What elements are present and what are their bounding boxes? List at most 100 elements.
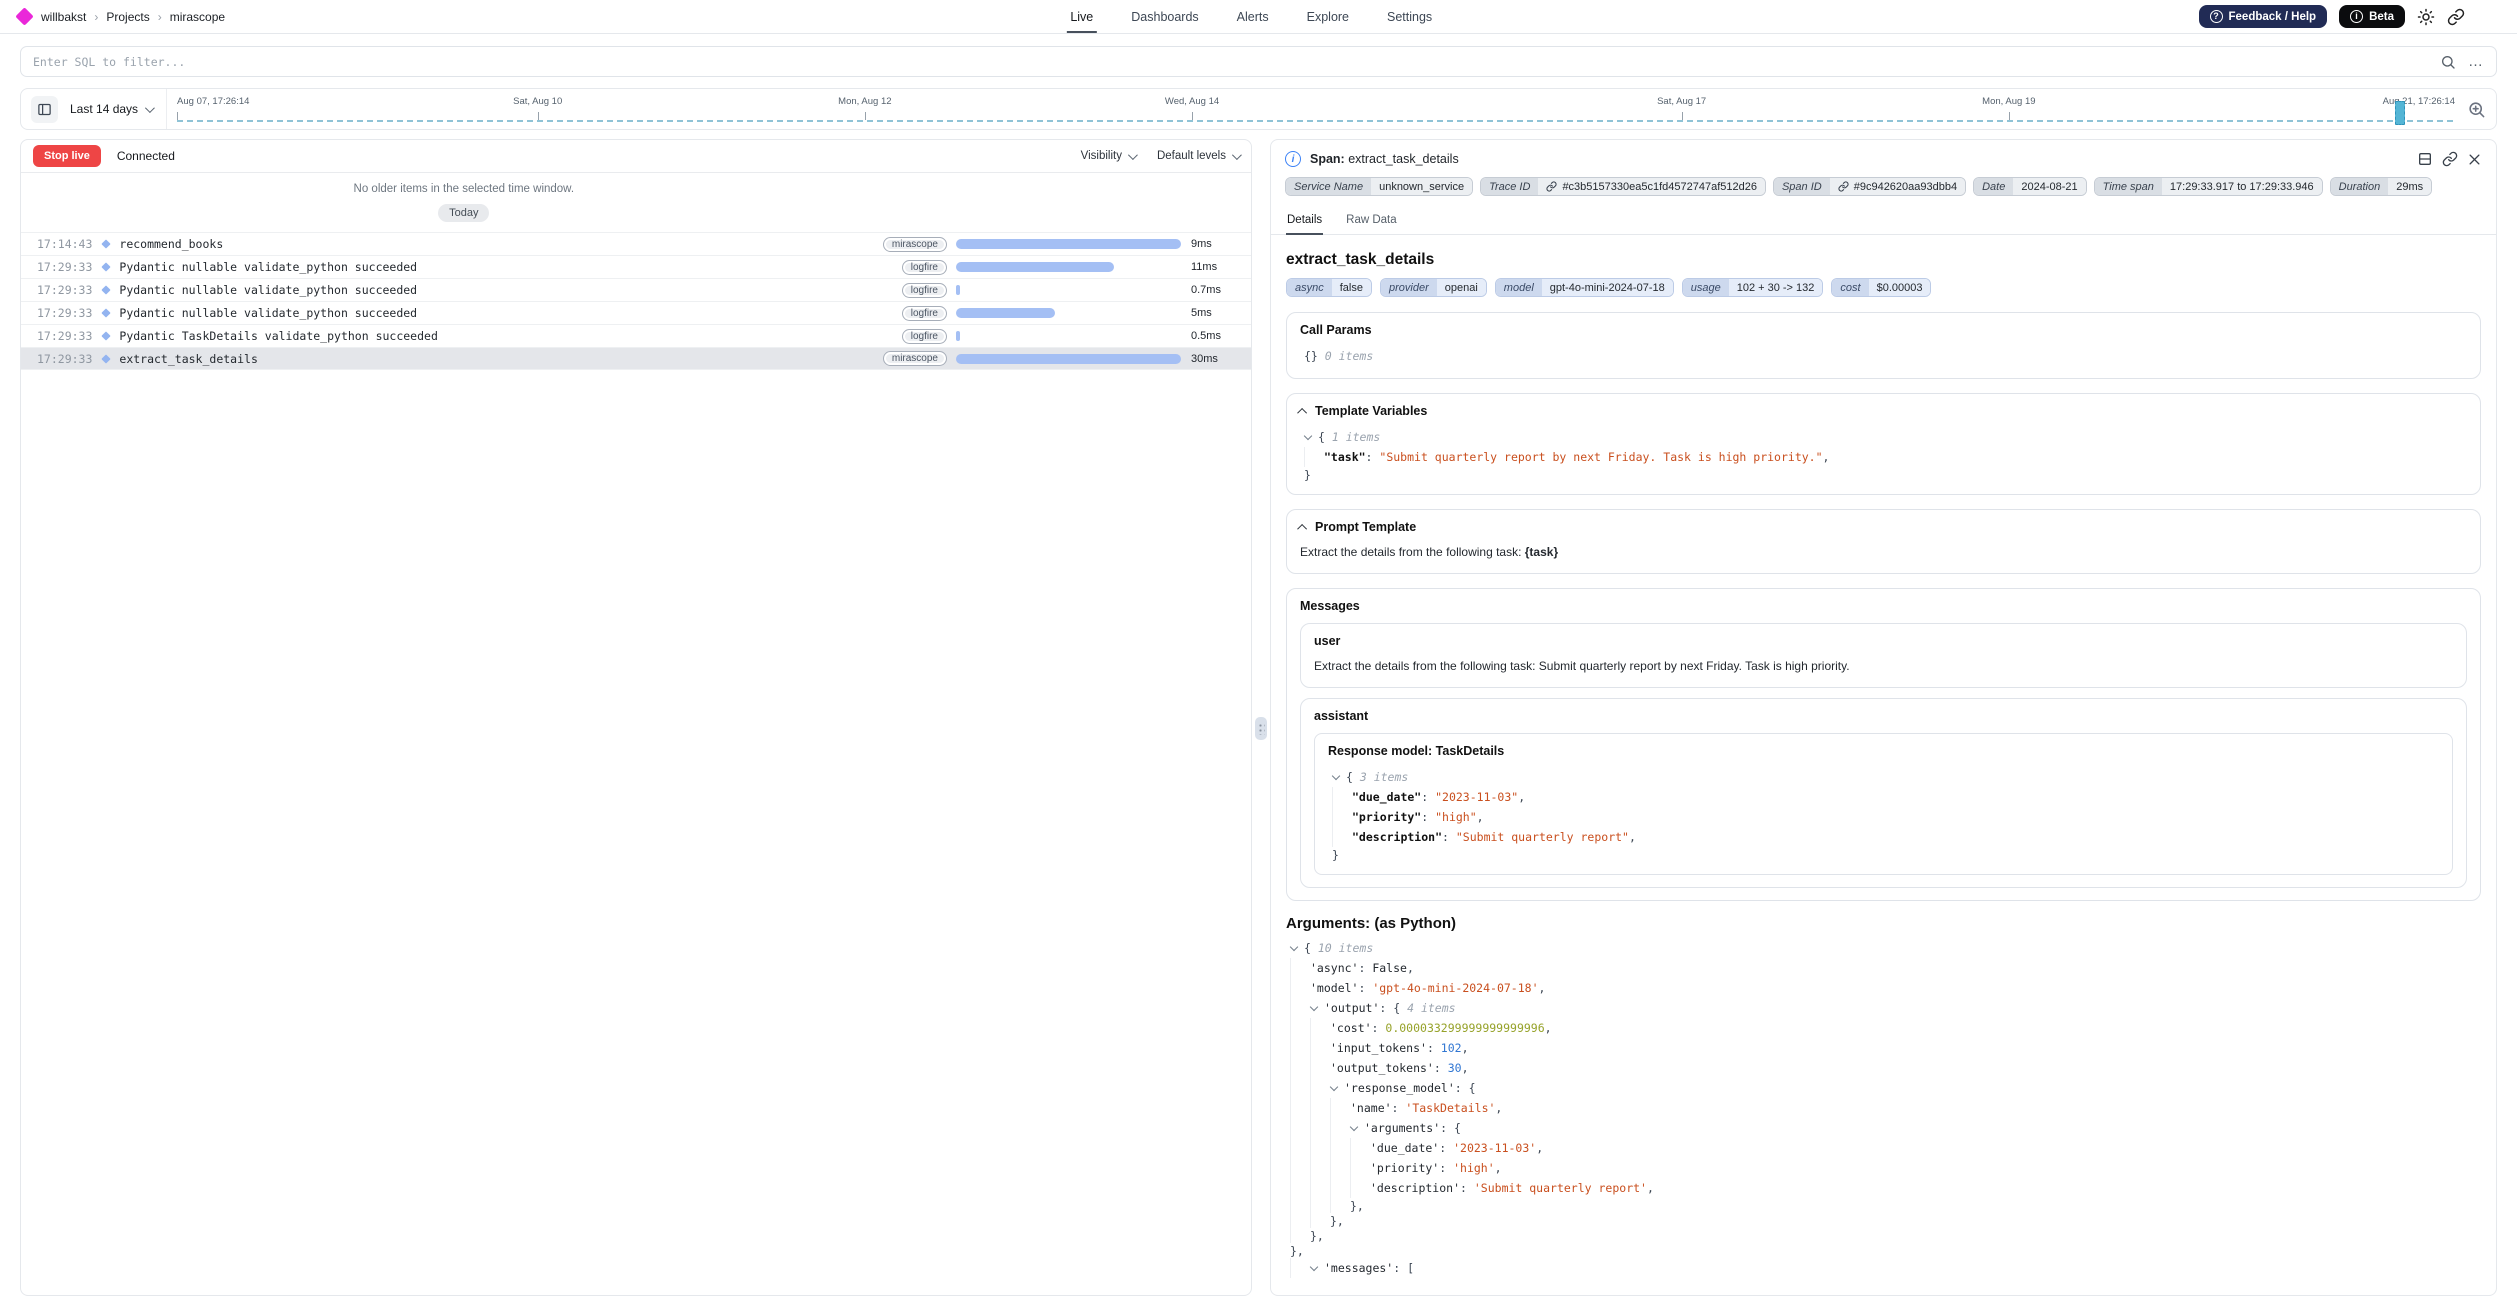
stop-live-button[interactable]: Stop live — [33, 145, 101, 167]
duration-bar-track — [956, 285, 1181, 295]
tab-settings[interactable]: Settings — [1387, 0, 1432, 33]
expand-chevron-icon[interactable] — [1290, 943, 1298, 951]
search-icon[interactable] — [2440, 54, 2456, 70]
tab-explore[interactable]: Explore — [1307, 0, 1349, 33]
indent-guide — [1332, 787, 1352, 807]
expand-chevron-icon[interactable] — [1304, 432, 1312, 440]
indent-guide — [1310, 1118, 1330, 1138]
tab-raw-data[interactable]: Raw Data — [1345, 207, 1398, 234]
log-message: recommend_books — [119, 237, 223, 251]
expand-chevron-icon[interactable] — [1350, 1123, 1358, 1131]
expand-chevron-icon[interactable] — [1310, 1263, 1318, 1271]
indent-guide — [1290, 1178, 1310, 1198]
log-message: extract_task_details — [119, 352, 257, 366]
link-icon — [1838, 181, 1849, 192]
panel-splitter[interactable] — [1252, 139, 1270, 1296]
indent-guide — [1290, 1078, 1310, 1098]
scope-tag[interactable]: mirascope — [883, 351, 947, 366]
copy-link-icon[interactable] — [2442, 151, 2458, 167]
collapse-chevron-icon[interactable] — [1297, 523, 1307, 533]
tab-details[interactable]: Details — [1286, 207, 1323, 234]
tab-dashboards[interactable]: Dashboards — [1131, 0, 1198, 33]
log-row[interactable]: 17:29:33extract_task_detailsmirascope30m… — [21, 347, 1251, 370]
timeline-tick-label: Mon, Aug 19 — [1982, 96, 2035, 107]
code-line: } — [1300, 467, 2467, 482]
scope-tag[interactable]: logfire — [902, 283, 947, 298]
expand-chevron-icon[interactable] — [1330, 1083, 1338, 1091]
chevron-down-icon — [1232, 150, 1242, 160]
attribute-tag-provider: provideropenai — [1380, 278, 1487, 297]
logfire-logo-icon[interactable] — [15, 7, 33, 25]
theme-toggle-icon[interactable] — [2417, 8, 2435, 26]
log-timestamp: 17:29:33 — [37, 306, 92, 320]
breadcrumb-org[interactable]: willbakst — [41, 10, 86, 24]
share-link-icon[interactable] — [2447, 8, 2465, 26]
template-variables-title[interactable]: Template Variables — [1300, 404, 2467, 418]
indent-guide — [1290, 978, 1310, 998]
scope-tag[interactable]: mirascope — [883, 237, 947, 252]
timeline-tick-mark — [2009, 112, 2010, 120]
info-circle-icon: i — [1285, 151, 1301, 167]
timeline-selection[interactable] — [2395, 101, 2405, 125]
log-row[interactable]: 17:14:43recommend_booksmirascope9ms — [21, 232, 1251, 255]
zoom-in-icon[interactable] — [2467, 100, 2486, 119]
breadcrumb-projects[interactable]: Projects — [106, 10, 149, 24]
time-range-dropdown[interactable]: Last 14 days — [58, 102, 166, 116]
log-row[interactable]: 17:29:33Pydantic TaskDetails validate_py… — [21, 324, 1251, 347]
split-view-icon[interactable] — [2417, 151, 2433, 167]
visibility-dropdown[interactable]: Visibility — [1081, 150, 1135, 162]
breadcrumb-project-name[interactable]: mirascope — [170, 10, 225, 24]
sidebar-toggle-icon[interactable] — [31, 96, 58, 123]
log-message: Pydantic nullable validate_python succee… — [119, 260, 417, 274]
log-row[interactable]: 17:29:33Pydantic nullable validate_pytho… — [21, 301, 1251, 324]
timeline-track[interactable]: Aug 07, 17:26:14Sat, Aug 10Mon, Aug 12We… — [166, 89, 2455, 129]
tab-alerts[interactable]: Alerts — [1237, 0, 1269, 33]
expand-chevron-icon[interactable] — [1332, 772, 1340, 780]
indent-guide — [1350, 1178, 1370, 1198]
response-model-json: { 3 items"due_date": "2023-11-03","prior… — [1328, 767, 2439, 862]
span-title-name: extract_task_details — [1348, 152, 1458, 166]
call-params-title: Call Params — [1300, 323, 2467, 337]
more-options-icon[interactable]: … — [2468, 53, 2484, 70]
collapse-chevron-icon[interactable] — [1297, 407, 1307, 417]
prompt-template-variable: {task} — [1525, 545, 1558, 559]
expand-chevron-icon[interactable] — [1310, 1003, 1318, 1011]
indent-guide — [1330, 1098, 1350, 1118]
duration-label: 0.7ms — [1191, 284, 1243, 296]
close-icon[interactable] — [2467, 152, 2482, 167]
beta-badge[interactable]: i Beta — [2339, 5, 2405, 28]
timeline-tick-mark — [865, 112, 866, 120]
scope-tag[interactable]: logfire — [902, 260, 947, 275]
code-line: {} 0 items — [1300, 346, 2467, 366]
timeline-tick-label: Sat, Aug 10 — [513, 96, 562, 107]
duration-bar — [956, 239, 1181, 249]
tab-live[interactable]: Live — [1070, 0, 1093, 33]
timeline-tick-label: Aug 21, 17:26:14 — [2383, 96, 2455, 107]
scope-tag[interactable]: logfire — [902, 329, 947, 344]
log-timestamp: 17:29:33 — [37, 260, 92, 274]
code-line: { 10 items — [1286, 938, 2481, 958]
user-avatar[interactable] — [2477, 6, 2499, 28]
sql-filter-input[interactable] — [33, 55, 2428, 69]
template-variables-json: { 1 items"task": "Submit quarterly repor… — [1300, 427, 2467, 482]
log-row[interactable]: 17:29:33 Pydantic nullable validate_pytho… — [21, 255, 1251, 278]
indent-guide — [1350, 1158, 1370, 1178]
duration-bar-track — [956, 308, 1181, 318]
prompt-template-title[interactable]: Prompt Template — [1300, 520, 2467, 534]
prompt-template-text: Extract the details from the following t… — [1300, 543, 2467, 561]
log-row[interactable]: 17:29:33Pydantic nullable validate_pytho… — [21, 278, 1251, 301]
indent-guide — [1290, 1118, 1310, 1138]
code-line: "due_date": "2023-11-03", — [1328, 787, 2439, 807]
main-nav-tabs: Live Dashboards Alerts Explore Settings — [1070, 0, 1432, 33]
indent-guide — [1310, 1038, 1330, 1058]
attribute-tag-usage: usage102 + 30 -> 132 — [1682, 278, 1824, 297]
feedback-help-button[interactable]: ? Feedback / Help — [2199, 5, 2328, 28]
indent-guide — [1310, 1178, 1330, 1198]
chevron-down-icon — [1128, 150, 1138, 160]
default-levels-dropdown[interactable]: Default levels — [1157, 150, 1239, 162]
scope-tag[interactable]: logfire — [902, 306, 947, 321]
duration-label: 30ms — [1191, 353, 1243, 365]
splitter-drag-handle-icon[interactable] — [1255, 717, 1267, 740]
indent-guide — [1310, 1018, 1330, 1038]
indent-guide — [1290, 1038, 1310, 1058]
